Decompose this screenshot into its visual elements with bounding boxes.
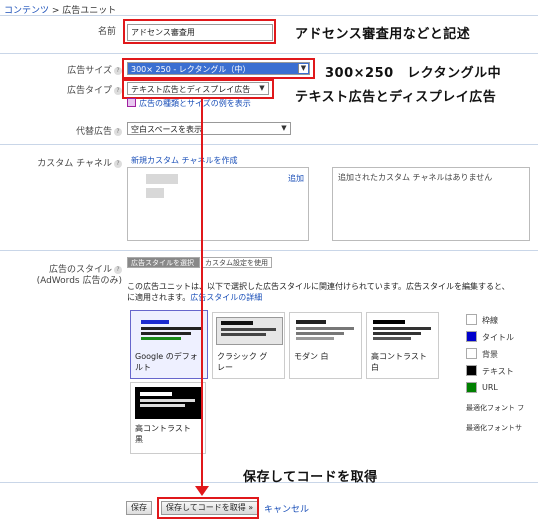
name-label: 名前: [97, 27, 116, 37]
section-divider: [0, 53, 538, 54]
save-highlight-box: [157, 497, 259, 519]
url-bar: [296, 337, 334, 340]
style-card-label: ルト: [135, 363, 151, 372]
text-bar: [140, 399, 195, 402]
channel-empty-text: 追加されたカスタム チャネルはありません: [338, 173, 493, 182]
style-card-google-default[interactable]: Google のデフォ ルト: [130, 310, 208, 379]
breadcrumb-separator: >: [49, 6, 63, 16]
text-bar: [141, 332, 191, 335]
style-card-high-contrast-white[interactable]: 高コントラスト 白: [366, 312, 439, 379]
legend-background-label: 背景: [482, 350, 498, 359]
size-annotation: 300×250 レクタングル中: [325, 66, 502, 81]
breadcrumb-current: 広告ユニット: [62, 6, 117, 16]
save-button[interactable]: 保存: [126, 501, 152, 515]
style-sublabel: (AdWords 広告のみ): [36, 276, 122, 286]
legend-border-label: 枠線: [482, 316, 498, 325]
title-bar: [296, 320, 326, 324]
title-bar: [140, 392, 172, 396]
section-divider: [0, 250, 538, 251]
text-bar: [221, 328, 276, 331]
style-card-label: 高コントラスト: [135, 424, 191, 433]
text-bar: [296, 332, 344, 335]
style-description: この広告ユニットは、以下で選択した広告スタイルに関連付けられています。広告スタイ…: [127, 282, 510, 302]
type-annotation: テキスト広告とディスプレイ広告: [295, 90, 497, 105]
text-bar: [373, 332, 421, 335]
channel-item-blurred: [146, 174, 178, 184]
channel-add-link[interactable]: 追加: [288, 173, 304, 184]
annotation-arrow-head: [195, 486, 209, 496]
tab-custom-style[interactable]: カスタム設定を使用: [201, 257, 272, 268]
title-bar: [141, 320, 169, 324]
style-card-label: クラシック グ: [217, 352, 268, 361]
url-bar: [141, 337, 181, 340]
text-bar: [296, 327, 354, 330]
channel-selected-list: 追加されたカスタム チャネルはありません: [332, 167, 530, 241]
type-highlight-box: [122, 79, 274, 99]
save-annotation: 保存してコードを取得: [243, 470, 378, 485]
text-bar: [140, 404, 185, 407]
legend-text-label: テキスト: [482, 367, 514, 376]
style-card-label: モダン 白: [294, 352, 329, 361]
cancel-link[interactable]: キャンセル: [264, 502, 309, 515]
size-highlight-box: [122, 58, 315, 79]
help-icon[interactable]: ?: [114, 86, 122, 95]
legend-font-size-note: 最適化フォントサ: [466, 424, 522, 432]
text-bar: [221, 333, 266, 336]
style-card-label: レー: [217, 363, 233, 372]
title-bar: [373, 320, 405, 324]
help-icon[interactable]: ?: [114, 159, 122, 168]
fallback-select[interactable]: 空白スペースを表示 ▼: [127, 122, 291, 135]
legend-font-family-note: 最適化フォント フ: [466, 404, 525, 412]
ad-type-examples-link[interactable]: 広告の種類とサイズの例を表示: [139, 98, 251, 109]
border-color-swatch[interactable]: [466, 314, 477, 325]
title-color-swatch[interactable]: [466, 331, 477, 342]
url-color-swatch[interactable]: [466, 382, 477, 393]
text-color-swatch[interactable]: [466, 365, 477, 376]
text-bar: [141, 327, 201, 330]
create-channel-link[interactable]: 新規カスタム チャネルを作成: [131, 155, 237, 166]
help-icon[interactable]: ?: [114, 127, 122, 136]
channel-label: カスタム チャネル?: [20, 156, 122, 169]
legend-title-label: タイトル: [482, 333, 514, 342]
style-card-classic-gray[interactable]: クラシック グ レー: [212, 312, 285, 379]
legend-url-label: URL: [482, 383, 498, 392]
background-color-swatch[interactable]: [466, 348, 477, 359]
name-highlight-box: [123, 19, 276, 44]
annotation-arrow-line: [201, 98, 203, 490]
chevron-down-icon: ▼: [281, 124, 287, 132]
type-label: 広告タイプ?: [50, 83, 122, 96]
popup-icon: [127, 98, 136, 107]
name-annotation: アドセンス審査用などと記述: [295, 27, 471, 42]
help-icon[interactable]: ?: [114, 66, 122, 75]
section-divider: [0, 144, 538, 145]
style-card-label: Google のデフォ: [135, 352, 198, 361]
style-card-modern-white[interactable]: モダン 白: [289, 312, 362, 379]
size-label: 広告サイズ?: [50, 63, 122, 76]
channel-available-list[interactable]: 追加: [127, 167, 309, 241]
text-bar: [373, 327, 431, 330]
url-bar: [373, 337, 411, 340]
style-card-high-contrast-black[interactable]: 高コントラスト 黒: [130, 382, 206, 454]
tab-select-style[interactable]: 広告スタイルを選択: [127, 257, 200, 268]
channel-item-blurred: [146, 188, 164, 198]
breadcrumb: コンテンツ > 広告ユニット: [0, 0, 538, 16]
style-card-label: 黒: [135, 435, 143, 444]
style-card-label: 高コントラスト: [371, 352, 427, 361]
title-bar: [221, 321, 253, 325]
breadcrumb-root-link[interactable]: コンテンツ: [4, 6, 49, 16]
style-card-label: 白: [371, 363, 379, 372]
fallback-label: 代替広告?: [50, 124, 122, 137]
